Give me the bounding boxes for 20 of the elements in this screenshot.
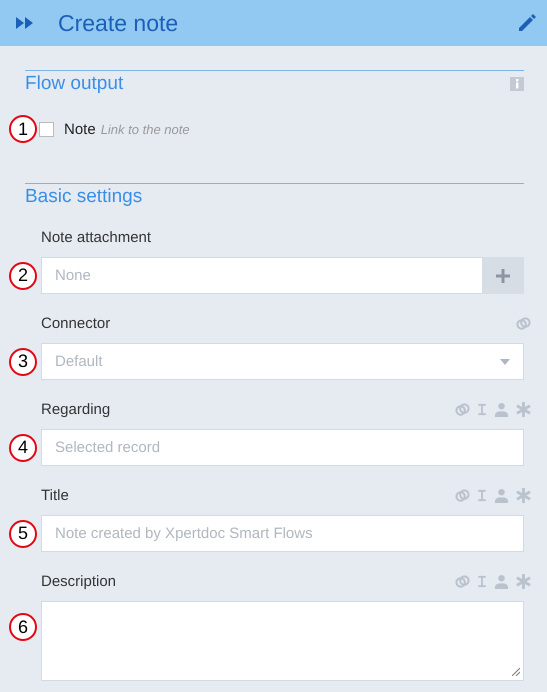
input-field[interactable]: Note created by Xpertdoc Smart Flows [41, 515, 524, 552]
attachment-field[interactable]: None [41, 257, 483, 294]
step-marker: 1 [9, 115, 37, 143]
step-marker: 2 [9, 262, 37, 290]
step-marker: 3 [9, 348, 37, 376]
field-label: Note attachment [41, 228, 152, 246]
field-label: Connector [41, 314, 110, 332]
field-label: Title [41, 486, 69, 504]
section-heading: Basic settings [25, 186, 142, 208]
step-marker: 6 [9, 613, 37, 641]
field-label: Description [41, 572, 116, 590]
field-label: Regarding [41, 400, 110, 418]
section-heading: Flow output [25, 73, 124, 95]
step-marker: 4 [9, 434, 37, 462]
hint-text: Link to the note [100, 122, 190, 136]
checkbox-label: Note [64, 120, 96, 138]
step-marker: 5 [9, 520, 37, 548]
input-field[interactable]: Selected record [41, 429, 524, 466]
connector-dropdown[interactable]: Default [41, 343, 524, 380]
panel-title: Create note [58, 10, 180, 36]
